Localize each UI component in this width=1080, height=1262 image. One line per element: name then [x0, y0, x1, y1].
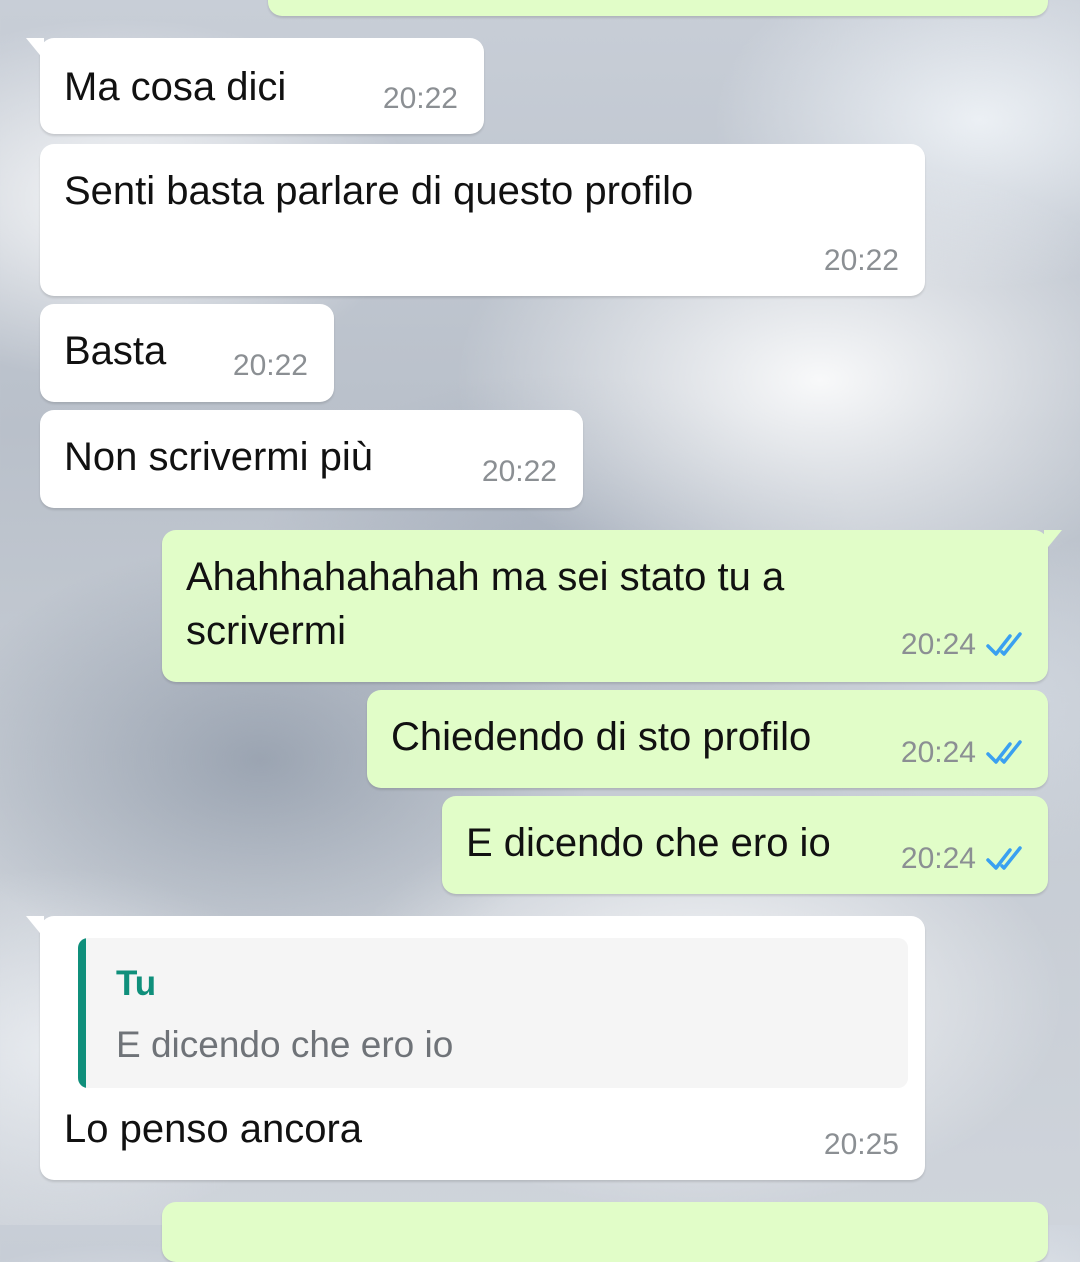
message-time: 20:22	[481, 455, 557, 488]
message-meta: 20:22	[482, 455, 557, 489]
double-check-icon	[986, 846, 1022, 870]
message-meta: 20:24	[901, 628, 1026, 662]
incoming-message-with-quote[interactable]: Tu E dicendo che ero io Lo penso ancora …	[26, 916, 925, 1180]
quote-accent-bar	[78, 938, 86, 1088]
chat-conversation: Ma cosa dici 20:22 Senti basta parlare d…	[0, 0, 1080, 1262]
message-text: Non scrivermi più	[64, 435, 373, 479]
outgoing-message[interactable]: E dicendo che ero io 20:24	[442, 796, 1048, 894]
incoming-message[interactable]: Senti basta parlare di questo profilo 20…	[40, 144, 925, 296]
incoming-message[interactable]: Basta 20:22	[40, 304, 334, 402]
message-time: 20:22	[823, 244, 899, 277]
message-time: 20:25	[823, 1128, 899, 1161]
message-text: E dicendo che ero io	[466, 821, 831, 865]
incoming-message[interactable]: Non scrivermi più 20:22	[40, 410, 583, 508]
outgoing-message[interactable]: Chiedendo di sto profilo 20:24	[367, 690, 1048, 788]
message-text: Chiedendo di sto profilo	[391, 715, 812, 759]
message-meta: 20:24	[901, 842, 1026, 876]
double-check-icon	[986, 632, 1022, 656]
message-time: 20:24	[900, 628, 976, 661]
bubble-tail	[26, 38, 44, 60]
message-meta: 20:22	[233, 349, 308, 383]
message-text: Lo penso ancora	[64, 1107, 363, 1151]
message-meta: 20:22	[824, 244, 899, 278]
outgoing-message-partial-bottom[interactable]	[162, 1202, 1048, 1262]
quote-author: Tu	[116, 964, 157, 1003]
message-text: Ma cosa dici	[64, 65, 287, 109]
message-meta: 20:24	[901, 736, 1026, 770]
message-meta: 20:22	[383, 82, 458, 116]
message-text: Senti basta parlare di questo profilo	[64, 169, 694, 213]
quote-text: E dicendo che ero io	[116, 1024, 454, 1065]
message-time: 20:24	[900, 842, 976, 875]
outgoing-message[interactable]: Ahahhahahahah ma sei stato tu a scriverm…	[162, 530, 1062, 682]
quoted-message[interactable]: Tu E dicendo che ero io	[78, 938, 908, 1088]
bubble-tail	[26, 916, 44, 938]
double-check-icon	[986, 740, 1022, 764]
outgoing-message-partial-top[interactable]	[268, 0, 1048, 16]
message-text: Basta	[64, 329, 167, 373]
message-text: Ahahhahahahah ma sei stato tu a scriverm…	[186, 555, 785, 653]
bubble-tail	[1044, 530, 1062, 552]
message-time: 20:24	[900, 736, 976, 769]
message-time: 20:22	[382, 82, 458, 115]
incoming-message[interactable]: Ma cosa dici 20:22	[26, 38, 484, 134]
message-time: 20:22	[232, 349, 308, 382]
message-meta: 20:25	[824, 1128, 899, 1162]
